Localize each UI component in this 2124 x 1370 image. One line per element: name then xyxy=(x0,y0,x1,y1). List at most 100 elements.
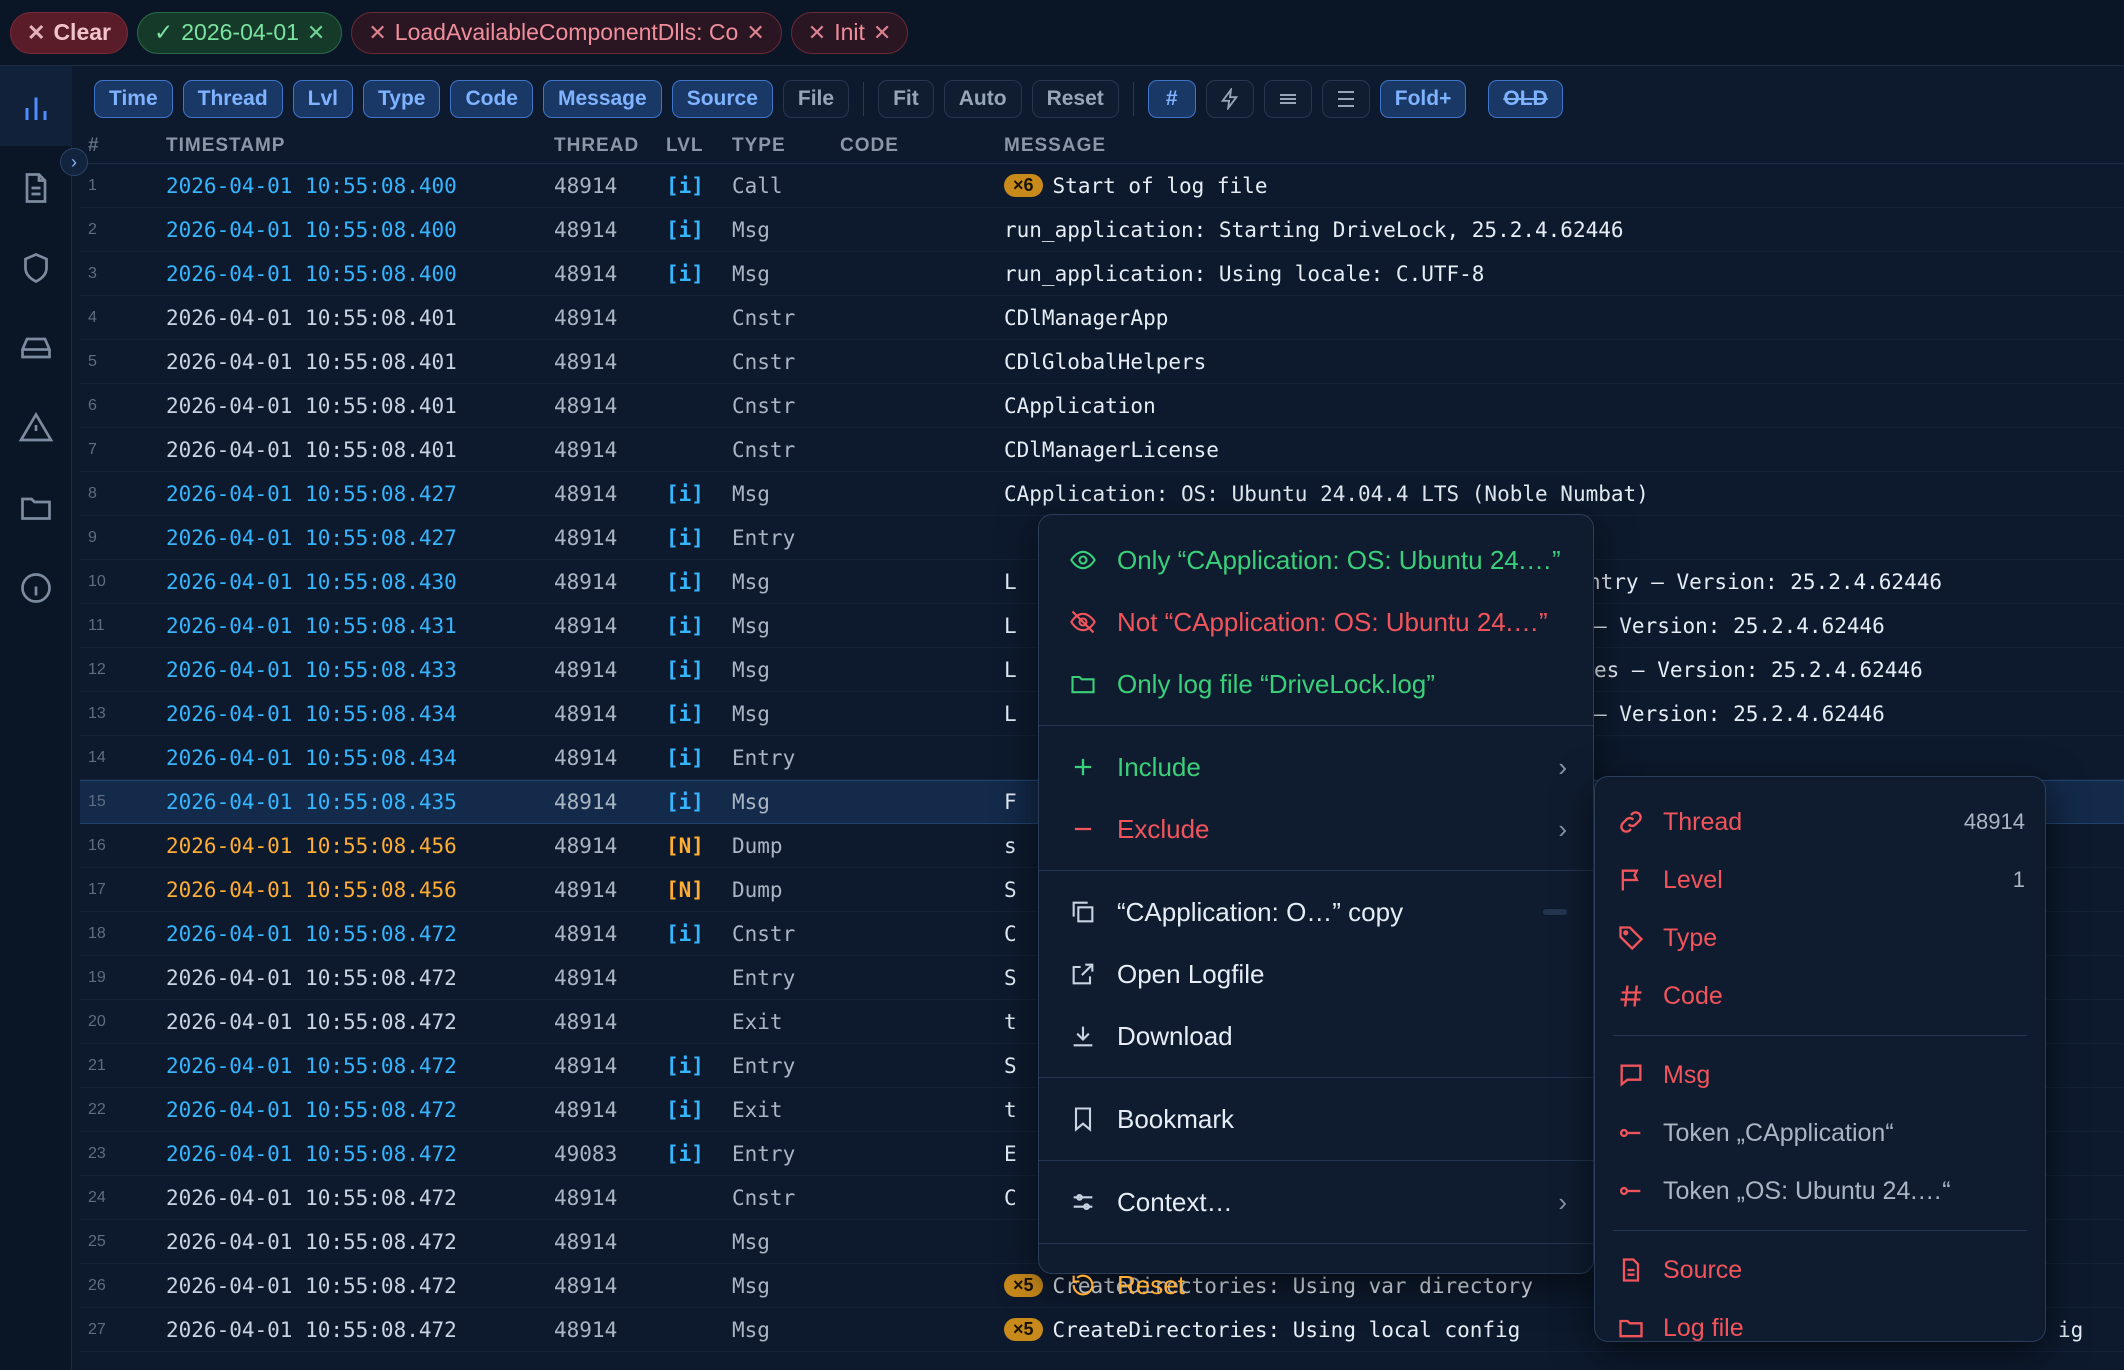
header-code[interactable]: CODE xyxy=(840,135,1004,157)
table-row[interactable]: 2 2026-04-01 10:55:08.400 48914 [i] Msg run_a… xyxy=(80,208,2124,252)
message-text: L xyxy=(1004,657,1017,682)
remove-chip-icon[interactable]: ✕ xyxy=(746,20,764,46)
include-submenu-item[interactable]: Include › xyxy=(1039,736,1593,798)
open-logfile-item[interactable]: Open Logfile xyxy=(1039,943,1593,1005)
not-message-item[interactable]: Not “CApplication: OS: Ubuntu 24.…” xyxy=(1039,591,1593,653)
reset-columns-button[interactable]: Reset xyxy=(1031,80,1119,118)
exclude-msg-item[interactable]: Msg xyxy=(1595,1046,2045,1104)
compact-lines-icon[interactable] xyxy=(1263,80,1312,118)
exclude-icon: ✕ xyxy=(368,19,387,45)
only-log-file-item[interactable]: Only log file “DriveLock.log” xyxy=(1039,653,1593,715)
fit-button[interactable]: Fit xyxy=(878,80,934,118)
toggle-source-column[interactable]: Source xyxy=(671,80,773,118)
row-timestamp: 2026-04-01 10:55:08.427 xyxy=(166,525,457,550)
row-thread: 48914 xyxy=(554,393,618,418)
auto-button[interactable]: Auto xyxy=(943,80,1022,118)
filter-chip-exclude[interactable]: ✕ Init ✕ xyxy=(790,11,909,54)
wide-lines-icon[interactable] xyxy=(1321,80,1370,118)
context-submenu-item[interactable]: Context… › xyxy=(1039,1171,1593,1233)
chevron-right-icon: › xyxy=(1558,1186,1567,1217)
remove-chip-icon[interactable]: ✕ xyxy=(873,20,891,46)
row-timestamp: 2026-04-01 10:55:08.472 xyxy=(166,1053,457,1078)
toggle-lvl-column[interactable]: Lvl xyxy=(292,80,353,118)
toggle-type-column[interactable]: Type xyxy=(363,80,441,118)
exclude-token-item[interactable]: Token „CApplication“ xyxy=(1595,1104,2045,1162)
row-type: Entry xyxy=(732,745,796,770)
row-thread: 48914 xyxy=(554,1009,618,1034)
table-row[interactable]: 3 2026-04-01 10:55:08.400 48914 [i] Msg run_a… xyxy=(80,252,2124,296)
row-number: 18 xyxy=(88,924,106,942)
lightning-icon[interactable] xyxy=(1205,80,1254,118)
message-text: C xyxy=(1004,921,1017,946)
toggle-file-column[interactable]: File xyxy=(782,80,850,118)
message-text: S xyxy=(1004,965,1017,990)
row-thread: 48914 xyxy=(554,173,618,198)
line-numbers-toggle[interactable]: # xyxy=(1147,80,1196,118)
row-thread: 48914 xyxy=(554,965,618,990)
row-number: 19 xyxy=(88,968,106,986)
table-row[interactable]: 6 2026-04-01 10:55:08.401 48914 Cnstr CAppli… xyxy=(80,384,2124,428)
copy-message-item[interactable]: “CApplication: O…” copy xyxy=(1039,881,1593,943)
old-toggle[interactable]: OLD xyxy=(1488,80,1563,118)
message-icon xyxy=(1617,1061,1645,1089)
row-message: run_application: Using locale: C.UTF-8 xyxy=(1004,262,2124,286)
exclude-source-item[interactable]: Source xyxy=(1595,1241,2045,1299)
download-item[interactable]: Download xyxy=(1039,1005,1593,1067)
table-row[interactable]: 5 2026-04-01 10:55:08.401 48914 Cnstr CDlGlo… xyxy=(80,340,2124,384)
filter-chip-date[interactable]: ✓ 2026-04-01 ✕ xyxy=(136,11,343,54)
table-row[interactable]: 1 2026-04-01 10:55:08.400 48914 [i] Call ×6 St… xyxy=(80,164,2124,208)
filter-chip-exclude[interactable]: ✕ LoadAvailableComponentDlls: Co ✕ xyxy=(351,11,782,54)
header-lvl[interactable]: LVL xyxy=(666,135,732,157)
expand-sidebar-button[interactable]: › xyxy=(60,148,88,176)
table-row[interactable]: 8 2026-04-01 10:55:08.427 48914 [i] Msg CAppl… xyxy=(80,472,2124,516)
exclude-level-item[interactable]: Level 1 xyxy=(1595,851,2045,909)
menu-divider xyxy=(1039,1160,1593,1161)
row-thread: 48914 xyxy=(554,833,618,858)
info-icon[interactable] xyxy=(18,570,54,606)
document-icon[interactable] xyxy=(18,170,54,206)
header-message[interactable]: MESSAGE xyxy=(1004,135,2124,157)
token-icon xyxy=(1617,1177,1645,1205)
bar-chart-icon[interactable] xyxy=(18,90,54,126)
row-level: [N] xyxy=(666,833,704,858)
clear-filters-button[interactable]: ✕ Clear xyxy=(10,11,128,54)
toggle-message-column[interactable]: Message xyxy=(542,80,662,118)
exclude-submenu-item[interactable]: Exclude › xyxy=(1039,798,1593,860)
reset-item[interactable]: Reset xyxy=(1039,1254,1593,1316)
exclude-logfile-item[interactable]: Log file xyxy=(1595,1299,2045,1357)
exclude-code-item[interactable]: Code xyxy=(1595,967,2045,1025)
drive-icon[interactable] xyxy=(18,330,54,366)
toggle-thread-column[interactable]: Thread xyxy=(182,80,283,118)
only-message-item[interactable]: Only “CApplication: OS: Ubuntu 24.…” xyxy=(1039,529,1593,591)
row-number: 16 xyxy=(88,836,106,854)
message-overflow-text: – Version: 25.2.4.62446 xyxy=(1594,613,1885,638)
row-thread: 48914 xyxy=(554,1317,618,1342)
fold-button[interactable]: Fold+ xyxy=(1379,80,1467,118)
row-thread: 49083 xyxy=(554,1141,618,1166)
toggle-code-column[interactable]: Code xyxy=(450,80,533,118)
row-type: Entry xyxy=(732,965,796,990)
bookmark-item[interactable]: Bookmark xyxy=(1039,1088,1593,1150)
row-number: 12 xyxy=(88,660,106,678)
row-type: Msg xyxy=(732,1229,770,1254)
sidebar xyxy=(0,66,72,1370)
header-timestamp[interactable]: TIMESTAMP xyxy=(166,135,554,157)
shield-icon[interactable] xyxy=(18,250,54,286)
folder-icon[interactable] xyxy=(18,490,54,526)
external-link-icon xyxy=(1069,960,1097,988)
exclude-token-item[interactable]: Token „OS: Ubuntu 24.…“ xyxy=(1595,1162,2045,1220)
header-thread[interactable]: THREAD xyxy=(554,135,666,157)
copy-icon xyxy=(1069,898,1097,926)
warning-icon[interactable] xyxy=(18,410,54,446)
row-level: [i] xyxy=(666,1097,704,1122)
exclude-type-item[interactable]: Type xyxy=(1595,909,2045,967)
row-timestamp: 2026-04-01 10:55:08.456 xyxy=(166,833,457,858)
toggle-time-column[interactable]: Time xyxy=(94,80,173,118)
row-level: [i] xyxy=(666,1053,704,1078)
row-timestamp: 2026-04-01 10:55:08.400 xyxy=(166,261,457,286)
table-row[interactable]: 4 2026-04-01 10:55:08.401 48914 Cnstr CDlMan… xyxy=(80,296,2124,340)
exclude-thread-item[interactable]: Thread 48914 xyxy=(1595,793,2045,851)
table-row[interactable]: 7 2026-04-01 10:55:08.401 48914 Cnstr CDlMan… xyxy=(80,428,2124,472)
header-type[interactable]: TYPE xyxy=(732,135,840,157)
remove-chip-icon[interactable]: ✕ xyxy=(307,20,325,46)
